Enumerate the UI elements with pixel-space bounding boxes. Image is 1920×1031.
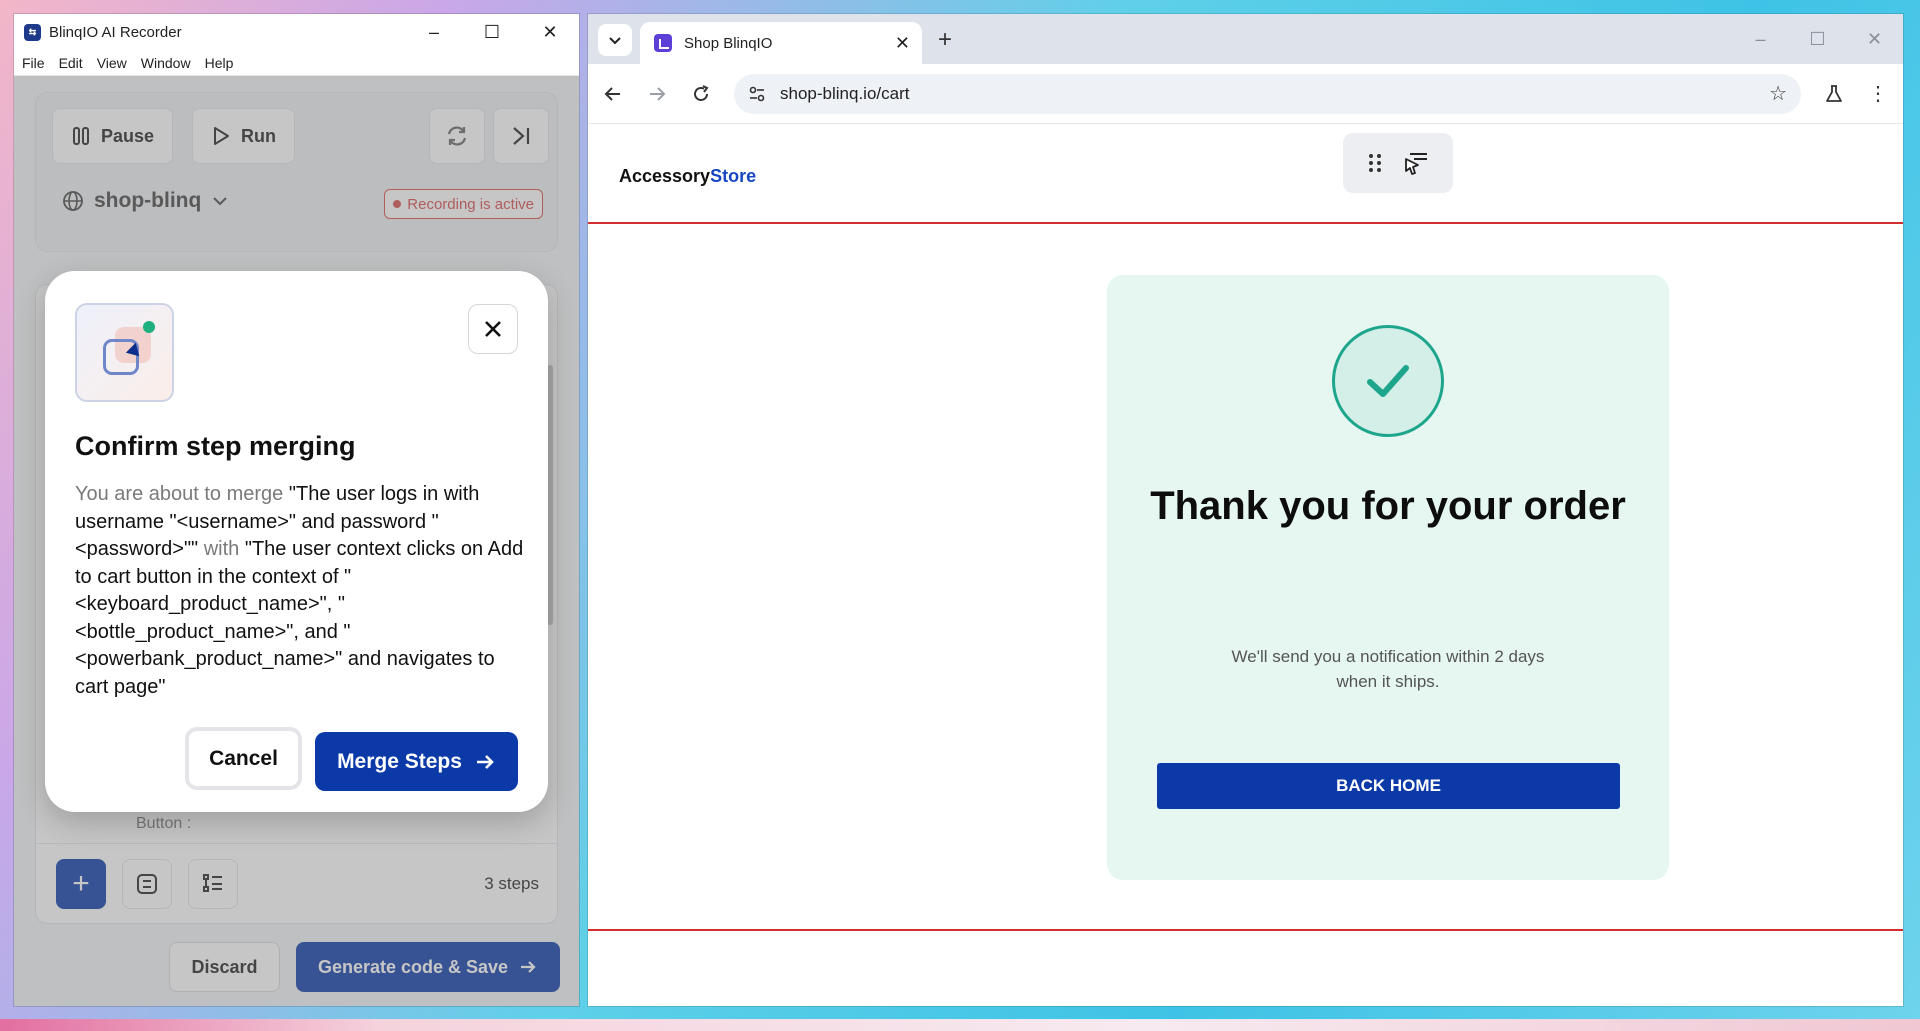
browser-window: Shop BlinqIO ✕ + – ☐ ✕ shop-blinq.io/car… <box>588 14 1903 1006</box>
arrow-right-icon <box>476 754 494 769</box>
site-info-icon[interactable] <box>748 85 766 103</box>
address-bar[interactable]: shop-blinq.io/cart ☆ <box>734 73 1801 114</box>
shipping-notice: We'll send you a notification within 2 d… <box>1231 647 1545 691</box>
back-arrow-icon[interactable] <box>602 84 624 104</box>
site-logo[interactable]: AccessoryStore <box>619 166 756 187</box>
merge-steps-button[interactable]: Merge Steps <box>315 732 518 791</box>
brand-accent: Store <box>710 166 757 186</box>
bookmark-star-icon[interactable]: ☆ <box>1769 81 1787 106</box>
recorder-window-controls: – ☐ ✕ <box>405 14 579 50</box>
url-text: shop-blinq.io/cart <box>780 83 910 103</box>
recorder-logo-icon: ⇆ <box>24 23 41 41</box>
menu-file[interactable]: File <box>22 55 45 71</box>
new-tab-button[interactable]: + <box>938 26 952 54</box>
menu-help[interactable]: Help <box>205 55 234 71</box>
forward-arrow-icon[interactable] <box>646 84 668 104</box>
order-confirmation-card: Thank you for your order We'll send you … <box>1107 275 1669 880</box>
menu-window[interactable]: Window <box>141 55 191 71</box>
recorder-title: BlinqIO AI Recorder <box>49 23 182 41</box>
minimize-icon[interactable]: – <box>1732 14 1789 64</box>
message-step-b: "The user context clicks on Add to cart … <box>75 538 524 698</box>
more-menu-icon[interactable]: ⋮ <box>1867 81 1889 106</box>
browser-window-controls: – ☐ ✕ <box>1732 14 1903 64</box>
tab-strip: Shop BlinqIO ✕ + – ☐ ✕ <box>588 14 1903 64</box>
text-select-pointer-icon[interactable] <box>1402 149 1430 177</box>
check-icon <box>1367 365 1409 397</box>
browser-toolbar: shop-blinq.io/cart ☆ ⋮ <box>588 64 1903 124</box>
reload-icon[interactable] <box>690 84 712 104</box>
recorder-titlebar: ⇆ BlinqIO AI Recorder – ☐ ✕ <box>14 14 579 50</box>
menu-edit[interactable]: Edit <box>59 55 83 71</box>
desktop-taskbar-edge <box>0 1019 1920 1031</box>
tab-title: Shop BlinqIO <box>684 34 773 52</box>
menu-view[interactable]: View <box>97 55 127 71</box>
web-page: AccessoryStore Thank you for your order … <box>588 124 1903 1006</box>
site-favicon-icon <box>654 34 672 52</box>
footer-divider <box>588 929 1903 931</box>
recorder-overlay-toolbar <box>1343 133 1453 193</box>
dialog-close-button[interactable] <box>468 304 518 354</box>
back-home-button[interactable]: BACK HOME <box>1157 763 1620 809</box>
success-check-icon <box>1332 325 1444 437</box>
tab-shop-blinqio[interactable]: Shop BlinqIO ✕ <box>640 22 922 64</box>
recorder-menubar: File Edit View Window Help <box>14 50 579 76</box>
site-header: AccessoryStore <box>588 124 1903 224</box>
close-icon[interactable]: ✕ <box>521 14 579 50</box>
tab-search-button[interactable] <box>598 24 632 56</box>
close-icon[interactable]: ✕ <box>1846 14 1903 64</box>
message-prefix: You are about to merge <box>75 483 284 505</box>
close-icon <box>485 321 501 337</box>
dialog-title: Confirm step merging <box>75 431 356 461</box>
confirmation-heading: Thank you for your order <box>1150 484 1626 528</box>
confirm-merge-dialog: Confirm step merging You are about to me… <box>45 271 548 812</box>
app-icon-dot <box>143 321 155 333</box>
brand-main: Accessory <box>619 166 711 186</box>
cancel-button[interactable]: Cancel <box>185 727 302 790</box>
merge-label: Merge Steps <box>337 749 462 773</box>
labs-flask-icon[interactable] <box>1823 84 1845 104</box>
message-joiner: with <box>203 538 240 560</box>
tab-close-icon[interactable]: ✕ <box>895 33 910 54</box>
maximize-icon[interactable]: ☐ <box>1789 14 1846 64</box>
chevron-down-icon <box>609 37 621 45</box>
maximize-icon[interactable]: ☐ <box>463 14 521 50</box>
minimize-icon[interactable]: – <box>405 14 463 50</box>
drag-handle-icon[interactable] <box>1367 152 1383 174</box>
dialog-message: You are about to merge "The user logs in… <box>75 481 525 701</box>
recorder-app-icon <box>75 303 174 402</box>
